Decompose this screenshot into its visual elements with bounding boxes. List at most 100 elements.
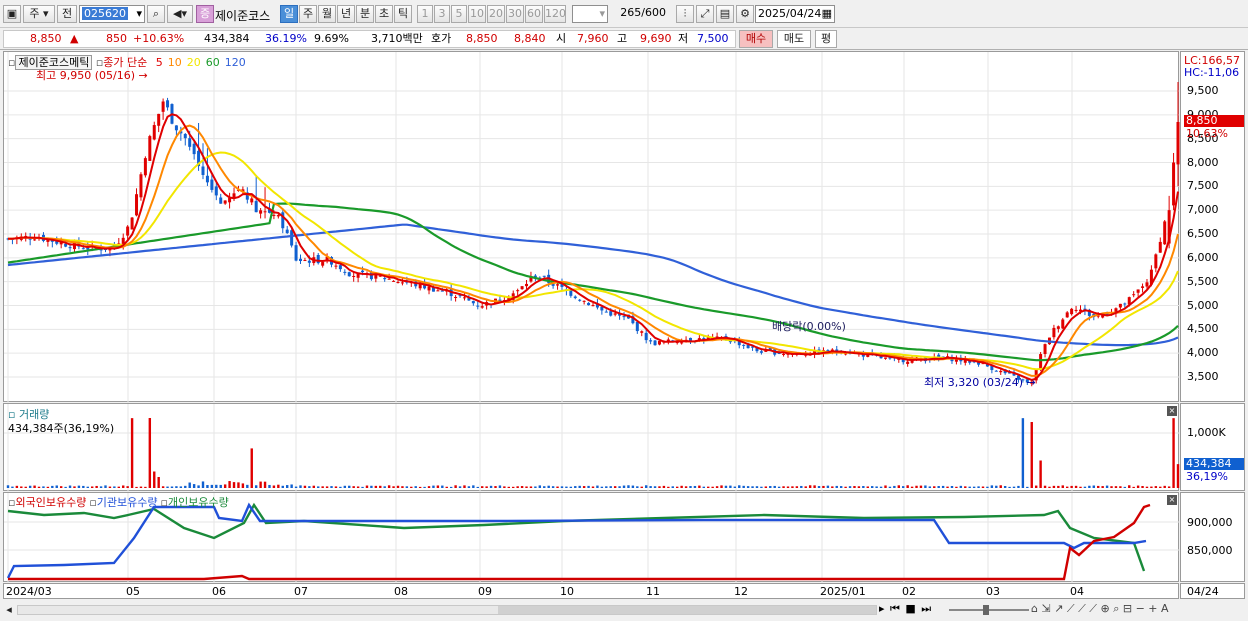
holding-panel[interactable]: ▫외국인보유수량 ▫기관보유수량 ▫개인보유수량 × xyxy=(3,492,1180,583)
tab-period-3[interactable]: 년 xyxy=(337,5,355,23)
ma-period-60[interactable]: 60 xyxy=(206,56,220,69)
interval-button-3[interactable]: 3 xyxy=(434,5,450,23)
gear-icon[interactable]: ⚙ xyxy=(736,5,754,23)
zoom-slider-handle[interactable] xyxy=(983,605,989,615)
volume-bar xyxy=(308,486,311,488)
volume-bar xyxy=(565,486,568,488)
ma-period-10[interactable]: 10 xyxy=(168,56,182,69)
eval-button[interactable]: 평 xyxy=(815,30,837,48)
volume-bar xyxy=(1097,485,1100,488)
price-tick-label: 6,000 xyxy=(1187,250,1219,264)
holding-close-icon[interactable]: × xyxy=(1167,495,1177,505)
interval-button-5[interactable]: 5 xyxy=(451,5,467,23)
scrollbar-thumb[interactable] xyxy=(498,606,876,614)
holding-legend-0[interactable]: 외국인보유수량 xyxy=(15,496,86,509)
candle-body xyxy=(201,166,205,175)
candle-body xyxy=(343,271,347,273)
candle-body xyxy=(259,210,263,214)
volume-bar xyxy=(250,448,253,488)
holding-legend-2[interactable]: 개인보유수량 xyxy=(168,496,229,509)
volume-bar xyxy=(458,486,462,488)
volume-bar xyxy=(277,484,280,488)
candle-body xyxy=(352,275,356,277)
volume-bar xyxy=(503,486,506,488)
volume-bar xyxy=(445,486,448,488)
zoom-slider[interactable] xyxy=(949,609,1029,611)
interval-button-10[interactable]: 10 xyxy=(468,5,486,23)
interval-button-60[interactable]: 60 xyxy=(525,5,543,23)
volume-axis[interactable]: 1,000K 434,384 36,19% xyxy=(1180,403,1245,491)
volume-bar xyxy=(764,486,768,488)
calendar-icon[interactable]: ▦ xyxy=(822,6,832,22)
date-axis[interactable]: 2024/03 05 06 07 08 09 10 11 12 2025/01 02 03 04 xyxy=(3,583,1179,599)
candle-body xyxy=(338,265,342,270)
candle-body xyxy=(462,297,466,299)
volume-bar xyxy=(751,486,754,488)
volume-bar xyxy=(591,486,595,488)
tab-period-5[interactable]: 초 xyxy=(375,5,393,23)
buy-button[interactable]: 매수 xyxy=(739,30,773,48)
save-icon[interactable]: ▤ xyxy=(716,5,734,23)
volume-bar xyxy=(1039,460,1042,488)
candle-body xyxy=(1039,354,1043,370)
candle-body xyxy=(81,248,85,250)
volume-bar xyxy=(955,486,958,488)
window-icon[interactable]: ▣ xyxy=(3,5,21,23)
draw-tool-icon[interactable]: ⤢ xyxy=(696,5,714,23)
market-toggle[interactable]: 주 ▾ xyxy=(23,5,55,23)
interval-button-20[interactable]: 20 xyxy=(487,5,505,23)
tab-period-0[interactable]: 일 xyxy=(280,5,298,23)
sound-icon[interactable]: ◀▾ xyxy=(167,5,193,23)
scroll-left-icon[interactable]: ◂ xyxy=(3,602,15,620)
volume-bar xyxy=(148,418,152,488)
sell-button[interactable]: 매도 xyxy=(777,30,811,48)
candle-body xyxy=(303,260,307,262)
drawing-tools[interactable]: ⌂ ⇲ ↗ ⟋ ⟋ ⟋ ⊕ ⌕ ⊟ − + A xyxy=(1031,602,1169,616)
price-tick-label: 8,000 xyxy=(1187,155,1219,169)
search-icon[interactable]: ⌕ xyxy=(147,5,165,23)
tab-period-2[interactable]: 월 xyxy=(318,5,336,23)
turnover-rate: 9.69% xyxy=(314,32,349,45)
volume-bar xyxy=(1172,418,1175,488)
stock-badge-icon[interactable]: 증 xyxy=(196,5,214,23)
playback-controls[interactable]: ▸ ⏮ ■ ⏭ xyxy=(879,602,932,616)
tab-period-1[interactable]: 주 xyxy=(299,5,317,23)
volume-chart-svg[interactable] xyxy=(4,404,1180,492)
volume-bar xyxy=(702,486,705,488)
stock-code-input[interactable]: 025620 ▾ xyxy=(79,5,145,23)
ma-period-5[interactable]: 5 xyxy=(156,56,163,69)
volume-bar xyxy=(871,486,874,488)
price-chart-panel[interactable]: ▫ 제이준코스메틱 ▫종가 단순 5 10 20 60 120 최고 9,950 (05/… xyxy=(3,51,1180,403)
price-chart-svg[interactable] xyxy=(4,52,1180,403)
tab-period-4[interactable]: 분 xyxy=(356,5,374,23)
volume-bar xyxy=(937,486,940,488)
volume-bar xyxy=(286,485,289,488)
volume-bar xyxy=(596,485,599,488)
volume-bar xyxy=(1154,486,1158,488)
interval-button-1[interactable]: 1 xyxy=(417,5,433,23)
volume-bar xyxy=(698,485,701,488)
volume-bar xyxy=(1061,485,1064,488)
ma-period-120[interactable]: 120 xyxy=(225,56,246,69)
volume-close-icon[interactable]: × xyxy=(1167,406,1177,416)
volume-panel[interactable]: ▫ 거래량 434,384주(36,19%) × xyxy=(3,403,1180,492)
scrollbar-track[interactable] xyxy=(17,605,877,615)
date-input[interactable]: 2025/04/24 ▦ xyxy=(755,5,835,23)
count-field[interactable]: 265/600 xyxy=(612,5,668,23)
holding-axis[interactable]: 900,000 850,000 xyxy=(1180,492,1245,582)
candle-type-icon[interactable]: ⫶ xyxy=(676,5,694,23)
holding-legend-1[interactable]: 기관보유수량 xyxy=(97,496,158,509)
volume-bar xyxy=(1088,485,1091,488)
interval-button-30[interactable]: 30 xyxy=(506,5,524,23)
interval-select[interactable]: ▾ xyxy=(572,5,608,23)
prev-button[interactable]: 전 xyxy=(57,5,77,23)
interval-button-120[interactable]: 120 xyxy=(544,5,566,23)
ma-period-20[interactable]: 20 xyxy=(187,56,201,69)
volume-bar xyxy=(374,485,378,488)
candle-body xyxy=(573,296,577,299)
candle-body xyxy=(126,226,130,236)
price-axis[interactable]: LC:166,57 HC:-11,06 9,5009,0008,5008,000… xyxy=(1180,51,1245,402)
volume-bar xyxy=(631,485,635,488)
tab-period-6[interactable]: 틱 xyxy=(394,5,412,23)
volume-bar xyxy=(68,485,72,488)
